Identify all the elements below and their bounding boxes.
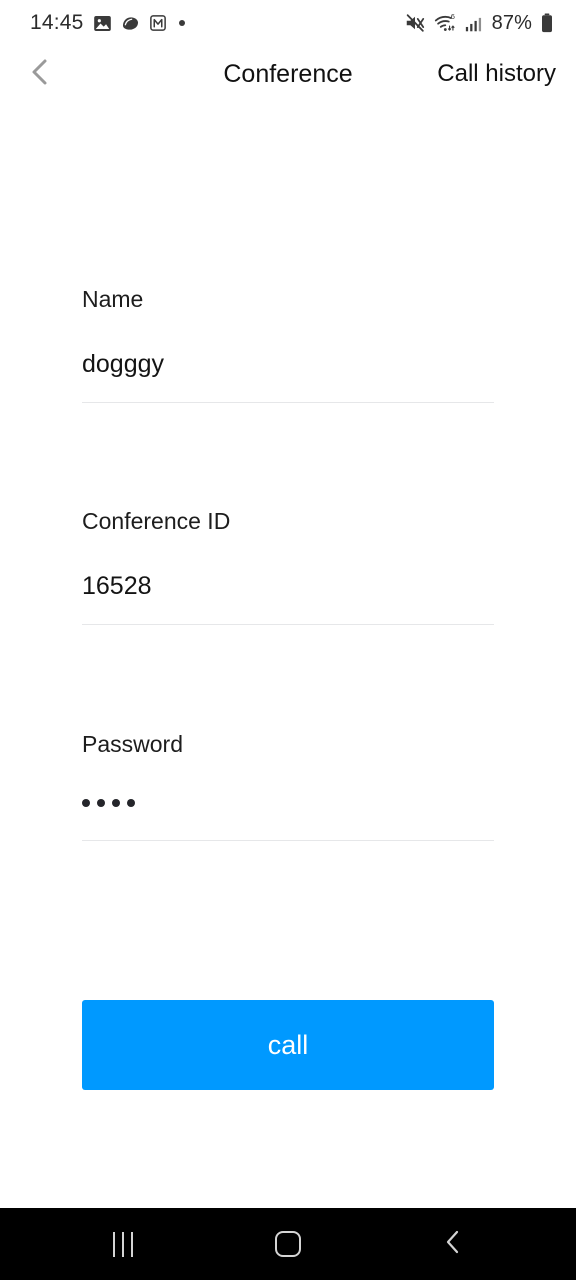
conference-id-label: Conference ID: [82, 508, 231, 534]
status-bar-clock: 14:45: [30, 11, 84, 34]
recents-icon: [112, 1231, 133, 1257]
password-field-divider: [82, 840, 494, 841]
shell-icon: [121, 14, 140, 33]
cellular-signal-icon: [465, 14, 484, 33]
conference-id-input[interactable]: 16528: [82, 574, 494, 599]
password-mask-dot: [127, 798, 135, 807]
back-button[interactable]: [20, 54, 60, 94]
password-field-group: Password: [82, 733, 494, 841]
conference-screen: 14:45 6 87% Conference Call history Name…: [0, 0, 576, 1280]
dot-indicator-icon: [178, 20, 185, 26]
chevron-left-icon: [27, 57, 53, 92]
name-input[interactable]: dogggy: [82, 352, 494, 377]
password-label: Password: [82, 731, 183, 757]
nav-back-button[interactable]: [408, 1216, 498, 1272]
status-bar: 14:45 6 87%: [0, 0, 576, 46]
home-icon: [274, 1231, 301, 1257]
name-label: Name: [82, 286, 144, 312]
password-mask-dot: [82, 798, 90, 807]
m-badge-icon: [149, 14, 167, 32]
status-bar-right: 6 87%: [404, 12, 554, 35]
form-body: Name dogggy Conference ID 16528 Password…: [0, 102, 576, 1208]
nav-home-button[interactable]: [243, 1216, 333, 1272]
battery-icon: [540, 13, 554, 33]
password-mask-dot: [112, 798, 120, 807]
system-navigation-bar: [0, 1208, 576, 1280]
password-input[interactable]: [82, 790, 494, 815]
back-icon: [442, 1228, 464, 1261]
conference-id-field-divider: [82, 624, 494, 625]
name-field-divider: [82, 402, 494, 403]
conference-id-field-group: Conference ID 16528: [82, 510, 494, 625]
svg-text:6: 6: [450, 12, 454, 21]
call-button[interactable]: call: [82, 1000, 494, 1090]
call-history-link[interactable]: Call history: [435, 56, 558, 92]
password-mask-dot: [97, 798, 105, 807]
gallery-icon: [93, 14, 112, 33]
app-header: Conference Call history: [0, 46, 576, 102]
nav-recents-button[interactable]: [78, 1216, 168, 1272]
name-field-group: Name dogggy: [82, 288, 494, 403]
wifi-6-icon: 6: [434, 12, 457, 34]
status-bar-left: 14:45: [30, 11, 185, 35]
battery-percentage: 87%: [491, 11, 532, 34]
mute-icon: [404, 12, 426, 34]
